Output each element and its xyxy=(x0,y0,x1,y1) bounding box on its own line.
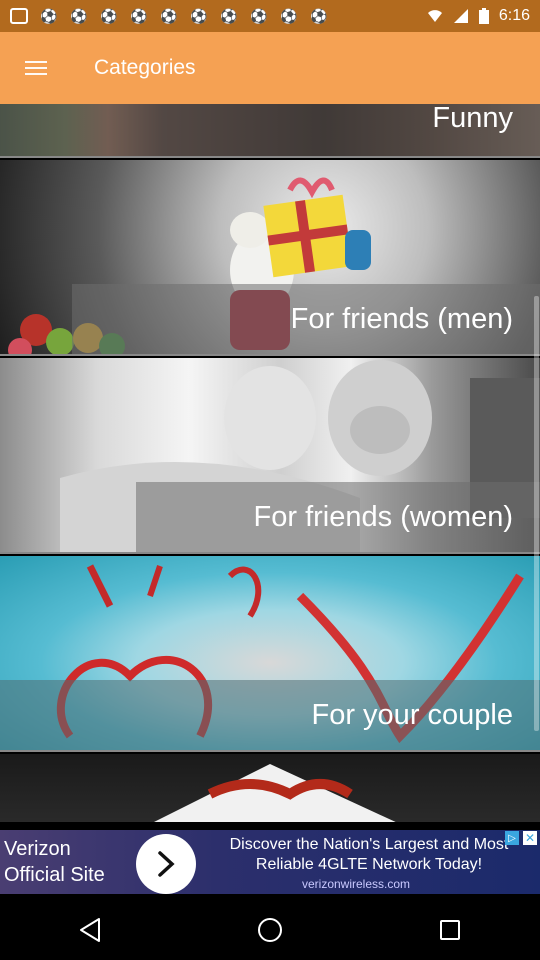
ad-arrow-button[interactable] xyxy=(136,834,196,894)
soccer-ball-icon: ⚽ xyxy=(280,7,298,24)
soccer-ball-icon: ⚽ xyxy=(220,7,238,24)
status-bar: ⚽ ⚽ ⚽ ⚽ ⚽ ⚽ ⚽ ⚽ ⚽ ⚽ 6:16 xyxy=(0,0,540,32)
soccer-ball-icon: ⚽ xyxy=(130,7,148,24)
back-button[interactable] xyxy=(60,900,120,960)
ad-url: verizonwireless.com xyxy=(302,877,411,891)
category-label: Funny xyxy=(0,104,540,156)
soccer-ball-icon: ⚽ xyxy=(100,7,118,24)
app-bar: Categories xyxy=(0,32,540,104)
category-item[interactable] xyxy=(0,754,540,822)
system-nav-bar xyxy=(0,900,540,960)
back-triangle-icon xyxy=(80,918,100,942)
ad-banner[interactable]: Verizon Official Site Discover the Natio… xyxy=(0,830,540,894)
category-funny[interactable]: Funny xyxy=(0,104,540,158)
category-label: For your couple xyxy=(0,680,540,750)
category-friends-women[interactable]: For friends (women) xyxy=(0,358,540,554)
soccer-ball-icon: ⚽ xyxy=(250,7,268,24)
category-friends-men[interactable]: For friends (men) xyxy=(0,160,540,356)
soccer-ball-icon: ⚽ xyxy=(160,7,178,24)
page-title: Categories xyxy=(94,56,196,79)
home-circle-icon xyxy=(258,918,282,942)
category-image xyxy=(0,754,540,822)
ad-choices-icon[interactable]: ▷ xyxy=(505,831,519,845)
status-time: 6:16 xyxy=(498,7,530,24)
soccer-ball-icon: ⚽ xyxy=(190,7,208,24)
ad-brand-line2: Official Site xyxy=(4,864,105,886)
ad-brand-line1: Verizon xyxy=(4,838,71,860)
category-label: For friends (men) xyxy=(72,284,540,354)
soccer-ball-icon: ⚽ xyxy=(70,7,88,24)
hamburger-icon xyxy=(25,61,47,75)
soccer-ball-icon: ⚽ xyxy=(40,7,58,24)
notification-icons: ⚽ ⚽ ⚽ ⚽ ⚽ ⚽ ⚽ ⚽ ⚽ ⚽ xyxy=(10,7,328,25)
scrollbar[interactable] xyxy=(534,296,539,731)
wifi-icon xyxy=(427,10,442,22)
battery-icon xyxy=(478,8,489,24)
category-couple[interactable]: For your couple xyxy=(0,556,540,752)
home-button[interactable] xyxy=(240,900,300,960)
signal-icon xyxy=(453,9,468,23)
box-icon xyxy=(10,8,28,24)
ad-close-icon[interactable]: ✕ xyxy=(523,831,537,845)
chevron-right-icon xyxy=(158,851,175,877)
category-label: For friends (women) xyxy=(136,482,540,552)
recents-square-icon xyxy=(440,920,460,940)
menu-button[interactable] xyxy=(0,32,72,104)
recents-button[interactable] xyxy=(420,900,480,960)
category-list[interactable]: Funny For friends (men) For friends (wom… xyxy=(0,104,540,822)
soccer-ball-icon: ⚽ xyxy=(310,7,328,24)
ad-headline: Discover the Nation's Largest and Most R… xyxy=(229,836,509,873)
